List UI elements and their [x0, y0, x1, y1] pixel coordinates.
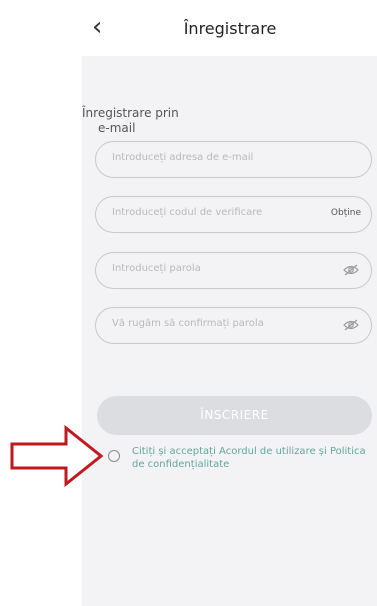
agreement-radio[interactable]	[108, 450, 120, 462]
back-button[interactable]: ‹	[92, 12, 116, 42]
password-input[interactable]	[110, 262, 314, 275]
page-title: Înregistrare	[183, 19, 277, 38]
section-title-line2: e-mail	[98, 121, 136, 135]
confirm-password-input[interactable]	[110, 317, 314, 330]
eye-icon[interactable]	[343, 264, 359, 276]
chevron-left-icon: ‹	[92, 12, 103, 42]
get-code-button[interactable]: Obține	[331, 208, 361, 218]
register-button[interactable]: ÎNSCRIERE	[97, 396, 372, 435]
verification-code-input[interactable]	[110, 206, 314, 219]
header-bar: ‹ Înregistrare	[0, 0, 377, 56]
red-outline-arrow-icon	[10, 425, 104, 487]
password-field[interactable]	[95, 252, 372, 289]
email-input[interactable]	[110, 151, 314, 164]
confirm-password-field[interactable]	[95, 307, 372, 344]
email-field[interactable]	[95, 141, 372, 178]
section-title: Înregistrare prin e-mail	[82, 106, 222, 136]
eye-icon[interactable]	[343, 319, 359, 331]
agreement-text[interactable]: Citiți și acceptați Acordul de utilizare…	[132, 445, 372, 471]
verification-code-field[interactable]: Obține	[95, 196, 372, 233]
agreement-row: Citiți și acceptați Acordul de utilizare…	[108, 445, 368, 481]
section-title-line1: Înregistrare prin	[82, 106, 179, 120]
